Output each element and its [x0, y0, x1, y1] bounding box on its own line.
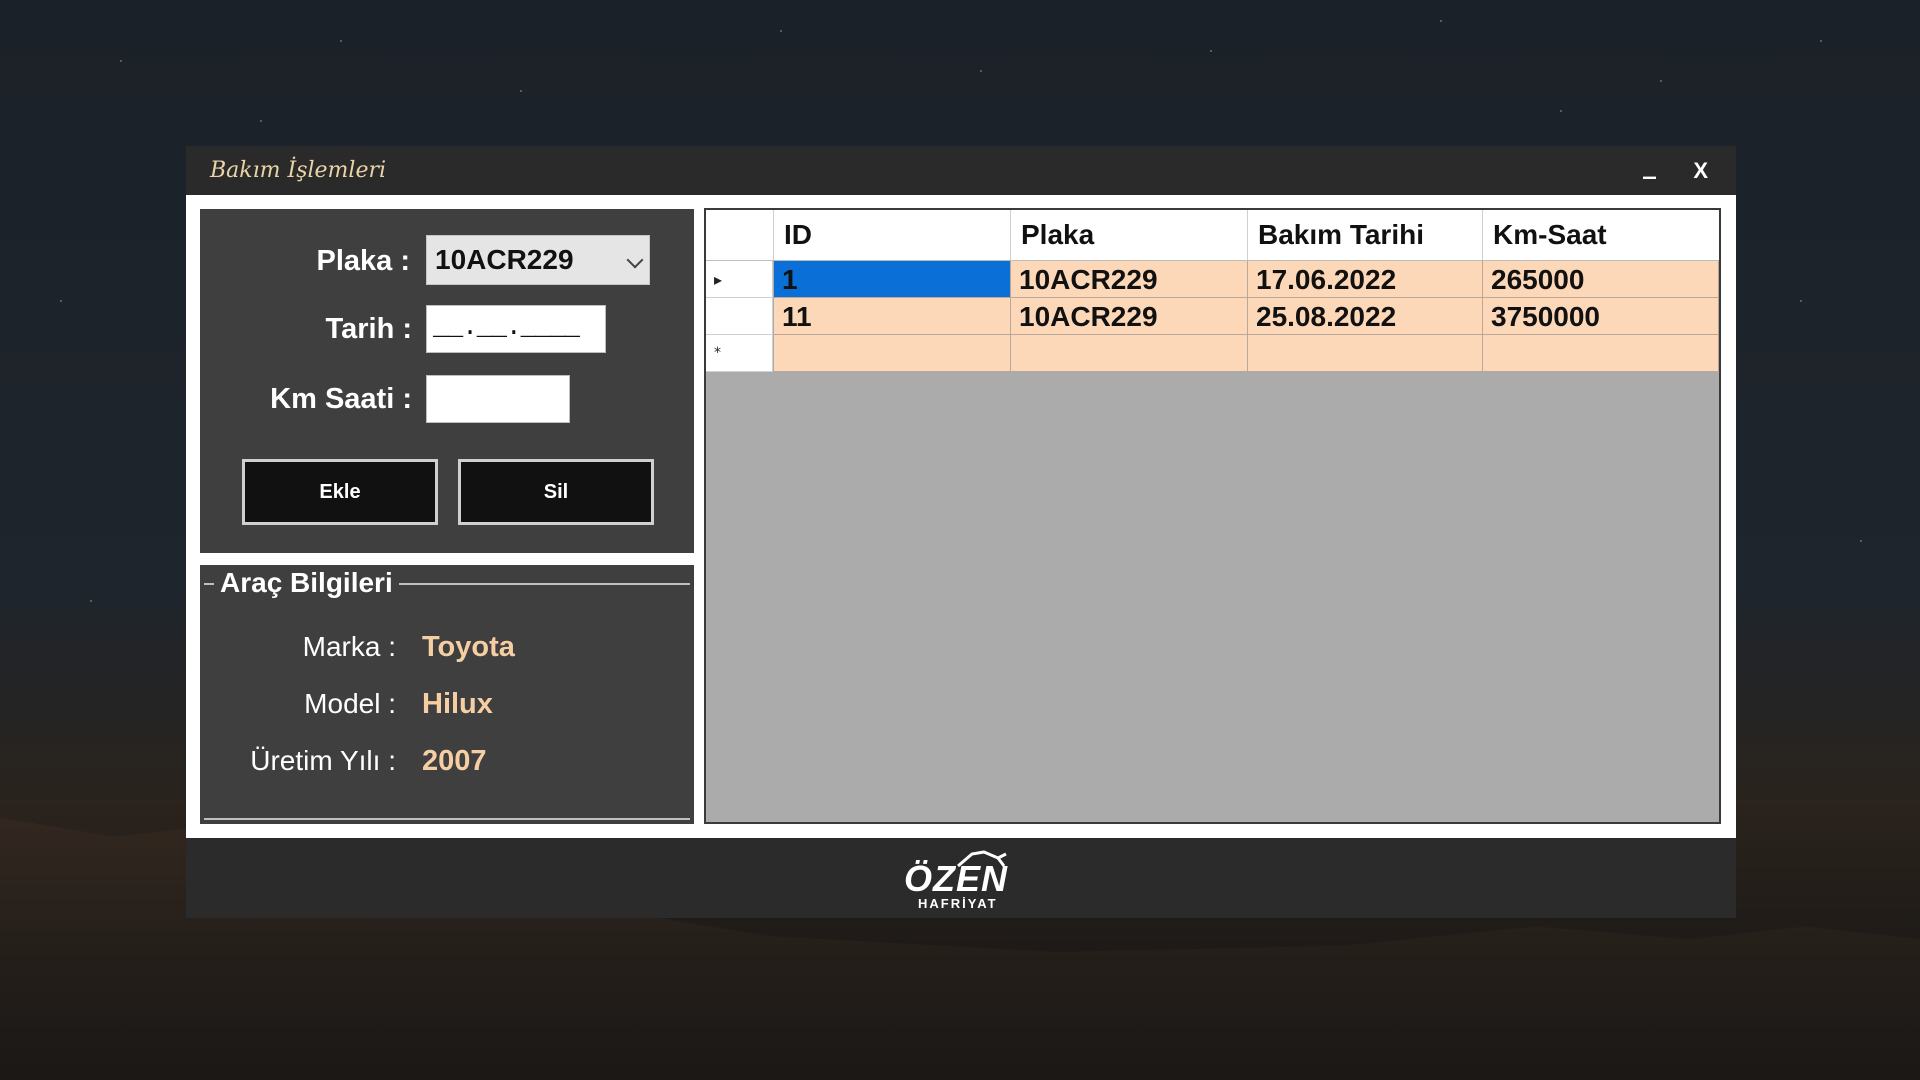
uretim-yili-value: 2007: [422, 745, 487, 777]
table-cell-plaka[interactable]: 10ACR229: [1011, 261, 1248, 298]
plaka-combobox[interactable]: 10ACR229: [426, 235, 650, 285]
table-cell-id[interactable]: 11: [774, 298, 1011, 335]
plaka-label: Plaka :: [316, 245, 411, 277]
table-cell-tarih[interactable]: 17.06.2022: [1248, 261, 1483, 298]
column-header-km-saat[interactable]: Km-Saat: [1483, 210, 1719, 260]
row-header[interactable]: [706, 298, 773, 335]
sil-button[interactable]: Sil: [458, 459, 654, 525]
table-cell-km[interactable]: [1483, 335, 1719, 372]
uretim-yili-label: Üretim Yılı :: [250, 745, 396, 776]
table-cell-tarih[interactable]: 25.08.2022: [1248, 298, 1483, 335]
column-header-plaka[interactable]: Plaka: [1011, 210, 1248, 260]
column-header-id[interactable]: ID: [774, 210, 1011, 260]
table-cell-km[interactable]: 265000: [1483, 261, 1719, 298]
tarih-mask: __.__.____: [433, 312, 580, 342]
km-saati-label: Km Saati :: [270, 383, 412, 415]
table-cell-id[interactable]: [774, 335, 1011, 372]
grid-corner-header: [706, 210, 774, 260]
tarih-label: Tarih :: [325, 313, 412, 345]
tarih-masked-input[interactable]: __.__.____: [426, 305, 606, 353]
table-new-row[interactable]: *: [706, 335, 1719, 372]
row-header-current[interactable]: ▸: [706, 261, 773, 298]
vehicle-info-title: Araç Bilgileri: [214, 567, 399, 599]
model-value: Hilux: [422, 688, 493, 720]
plaka-combobox-value: 10ACR229: [435, 244, 574, 275]
ekle-button[interactable]: Ekle: [242, 459, 438, 525]
ozen-hafriyat-logo: ÖZEN HAFRİYAT: [896, 850, 1036, 912]
window-title: Bakım İşlemleri: [210, 158, 387, 183]
row-header-new[interactable]: *: [706, 335, 773, 372]
marka-label: Marka :: [302, 631, 396, 662]
groupbox-border-bottom: [204, 818, 690, 820]
model-label: Model :: [304, 688, 396, 719]
close-button[interactable]: X: [1693, 158, 1708, 184]
minimize-button[interactable]: _: [1643, 150, 1656, 180]
logo-sub-text: HAFRİYAT: [918, 896, 998, 911]
table-cell-plaka[interactable]: [1011, 335, 1248, 372]
table-cell-id[interactable]: 1: [774, 261, 1011, 298]
title-bar[interactable]: Bakım İşlemleri _ X: [186, 146, 1736, 195]
vehicle-info-groupbox: Araç Bilgileri Marka : Toyota Model : Hi…: [200, 565, 694, 824]
column-header-bakim-tarihi[interactable]: Bakım Tarihi: [1248, 210, 1483, 260]
table-row[interactable]: 11 10ACR229 25.08.2022 3750000: [706, 298, 1719, 335]
maintenance-data-grid[interactable]: ID Plaka Bakım Tarihi Km-Saat ▸ 1 10ACR2…: [704, 208, 1721, 824]
table-cell-tarih[interactable]: [1248, 335, 1483, 372]
table-row[interactable]: ▸ 1 10ACR229 17.06.2022 265000: [706, 261, 1719, 298]
footer-bar: ÖZEN HAFRİYAT: [186, 838, 1736, 918]
grid-header: ID Plaka Bakım Tarihi Km-Saat: [706, 210, 1719, 261]
table-cell-km[interactable]: 3750000: [1483, 298, 1719, 335]
km-saati-input[interactable]: [426, 375, 570, 423]
chevron-down-icon[interactable]: [626, 251, 644, 269]
maintenance-window: Bakım İşlemleri _ X Plaka : 10ACR229 Tar…: [186, 146, 1736, 918]
logo-main-text: ÖZEN: [904, 858, 1009, 899]
marka-value: Toyota: [422, 631, 515, 663]
table-cell-plaka[interactable]: 10ACR229: [1011, 298, 1248, 335]
maintenance-form-panel: Plaka : 10ACR229 Tarih : __.__.____ Km S…: [200, 209, 694, 553]
